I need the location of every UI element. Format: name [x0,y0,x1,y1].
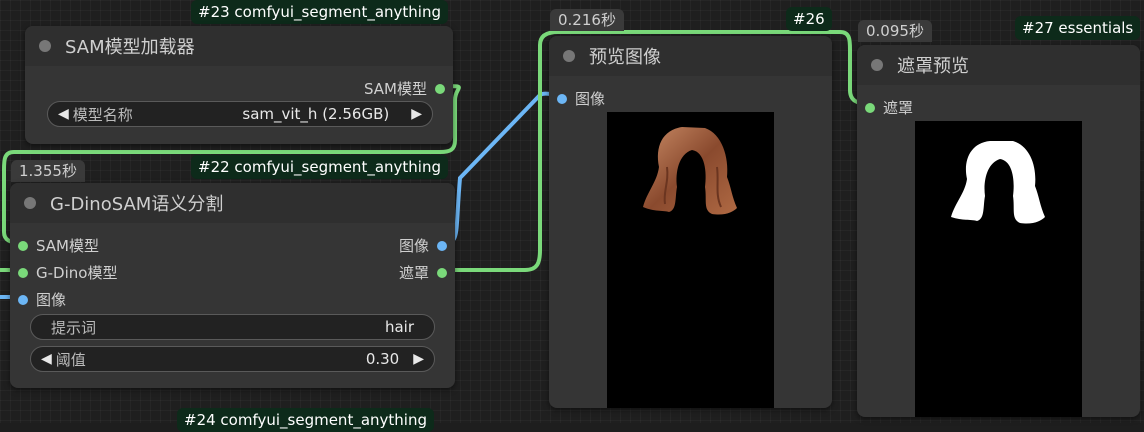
output-slot-image[interactable]: 图像 [399,235,447,256]
preview-image-node[interactable]: 预览图像 图像 [549,36,832,408]
input-dot-icon[interactable] [865,102,875,113]
input-slot-image[interactable]: 图像 [557,88,605,109]
model-name-combo[interactable]: ◀ 模型名称 sam_vit_h (2.56GB) ▶ [47,101,433,127]
arrow-left-icon[interactable]: ◀ [58,106,69,122]
node-24-tag: #24 comfyui_segment_anything [177,408,434,432]
node-22-tag: #22 comfyui_segment_anything [191,155,448,179]
arrow-left-icon[interactable]: ◀ [41,351,52,367]
input-dot-icon[interactable] [18,294,28,305]
node-title-bar[interactable]: G-DinoSAM语义分割 [10,183,455,223]
mask-segment-image [951,141,1045,224]
output-dot-icon[interactable] [437,240,447,251]
arrow-right-icon[interactable]: ▶ [413,351,424,367]
node-26-timing: 0.216秒 [550,9,624,31]
node-23-tag: #23 comfyui_segment_anything [191,0,448,24]
output-dot-icon[interactable] [437,267,447,278]
collapse-dot-icon[interactable] [39,40,51,52]
node-27-tag: #27 essentials [1015,16,1141,40]
output-slot-mask[interactable]: 遮罩 [399,262,447,283]
arrow-right-icon[interactable]: ▶ [411,106,422,122]
widget-label: 模型名称 [72,105,133,124]
collapse-dot-icon[interactable] [871,59,883,71]
input-dot-icon[interactable] [18,240,28,251]
node-title-bar[interactable]: 预览图像 [549,36,832,76]
node-26-tag: #26 [786,7,832,31]
input-label: 图像 [36,291,67,309]
node-title: G-DinoSAM语义分割 [50,194,224,215]
input-label: 遮罩 [883,99,914,117]
node-27-timing: 0.095秒 [858,20,932,42]
node-title: 遮罩预览 [897,56,969,77]
output-dot-icon[interactable] [435,83,445,94]
node-title-bar[interactable]: SAM模型加载器 [25,26,453,66]
widget-label: 阈值 [55,350,86,369]
threshold-number-field[interactable]: ◀ 阈值 0.30 ▶ [30,346,435,372]
input-dot-icon[interactable] [18,267,28,278]
widget-value: 0.30 [365,350,400,368]
input-slot-sam-model[interactable]: SAM模型 [18,235,99,256]
output-slot-sam-model[interactable]: SAM模型 [364,78,445,99]
node-title: SAM模型加载器 [65,37,195,58]
input-label: SAM模型 [36,237,100,255]
mask-image [915,121,1082,417]
output-label: 图像 [398,237,429,255]
input-label: G-Dino模型 [36,264,118,282]
output-label: SAM模型 [363,80,427,98]
widget-value: sam_vit_h (2.56GB) [242,105,390,123]
g-dino-sam-node[interactable]: G-DinoSAM语义分割 SAM模型 G-Dino模型 图像 图像 遮罩 提示… [10,183,455,388]
node-title-bar[interactable]: 遮罩预览 [857,45,1140,85]
widget-value: hair [384,318,414,336]
sam-loader-node[interactable]: SAM模型加载器 SAM模型 ◀ 模型名称 sam_vit_h (2.56GB)… [25,26,453,144]
input-slot-mask[interactable]: 遮罩 [865,97,913,118]
hair-segment-image [643,127,737,215]
preview-image [607,112,774,408]
input-label: 图像 [575,90,606,108]
input-slot-g-dino-model[interactable]: G-Dino模型 [18,262,117,283]
input-slot-image[interactable]: 图像 [18,289,66,310]
node-22-timing: 1.355秒 [11,160,85,182]
widget-label: 提示词 [51,318,97,337]
mask-preview-node[interactable]: 遮罩预览 遮罩 [857,45,1140,417]
node-title: 预览图像 [589,47,661,68]
input-dot-icon[interactable] [557,93,567,104]
collapse-dot-icon[interactable] [24,197,36,209]
output-label: 遮罩 [398,264,429,282]
collapse-dot-icon[interactable] [563,50,575,62]
prompt-text-field[interactable]: 提示词 hair [30,314,435,340]
